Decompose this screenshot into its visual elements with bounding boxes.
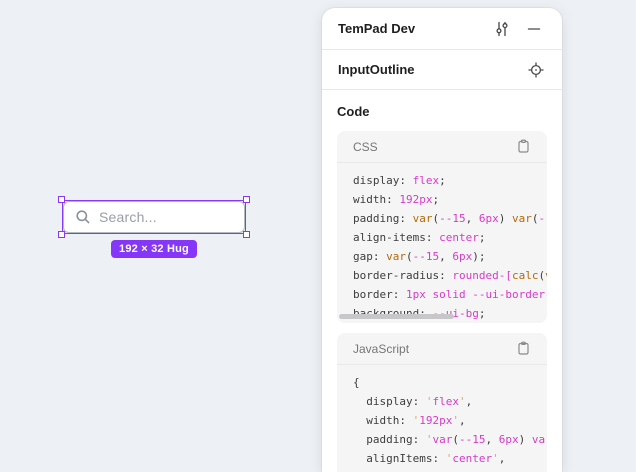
panel-header: TemPad Dev (322, 8, 562, 50)
tempad-dev-panel: TemPad Dev InputOutline (322, 8, 562, 472)
css-card-header: CSS (337, 131, 547, 163)
sliders-icon[interactable] (490, 17, 514, 41)
copy-icon[interactable] (511, 337, 535, 361)
code-section-label: Code (337, 104, 547, 119)
locate-icon[interactable] (524, 58, 548, 82)
component-name: InputOutline (338, 62, 524, 77)
code-section: Code CSS display: flex;width: 192px;padd… (322, 104, 562, 472)
selected-component[interactable]: Search... 192 × 32 Hug (63, 201, 245, 233)
search-input-component[interactable]: Search... (63, 201, 245, 233)
css-card-label: CSS (353, 140, 511, 154)
panel-title: TemPad Dev (338, 21, 490, 36)
css-code-card: CSS display: flex;width: 192px;padding: … (337, 131, 547, 323)
javascript-code-card: JavaScript { display: 'flex', width: '19… (337, 333, 547, 472)
css-code-body[interactable]: display: flex;width: 192px;padding: var(… (337, 163, 547, 323)
javascript-card-header: JavaScript (337, 333, 547, 365)
selection-handle-bottom-left[interactable] (58, 231, 65, 238)
horizontal-scrollbar-thumb[interactable] (339, 314, 454, 319)
selection-handle-bottom-right[interactable] (243, 231, 250, 238)
size-badge: 192 × 32 Hug (111, 240, 197, 258)
figma-workspace: { "canvas": { "selected_element": { "pla… (0, 0, 636, 472)
javascript-card-label: JavaScript (353, 342, 511, 356)
component-row: InputOutline (322, 50, 562, 90)
selection-handle-top-right[interactable] (243, 196, 250, 203)
search-placeholder-text: Search... (99, 209, 157, 225)
minimize-icon[interactable] (522, 17, 546, 41)
javascript-code-body[interactable]: { display: 'flex', width: '192px', paddi… (337, 365, 547, 472)
search-icon (75, 209, 91, 225)
selection-handle-top-left[interactable] (58, 196, 65, 203)
copy-icon[interactable] (511, 135, 535, 159)
design-canvas[interactable]: Search... 192 × 32 Hug TemPad Dev (0, 0, 636, 472)
